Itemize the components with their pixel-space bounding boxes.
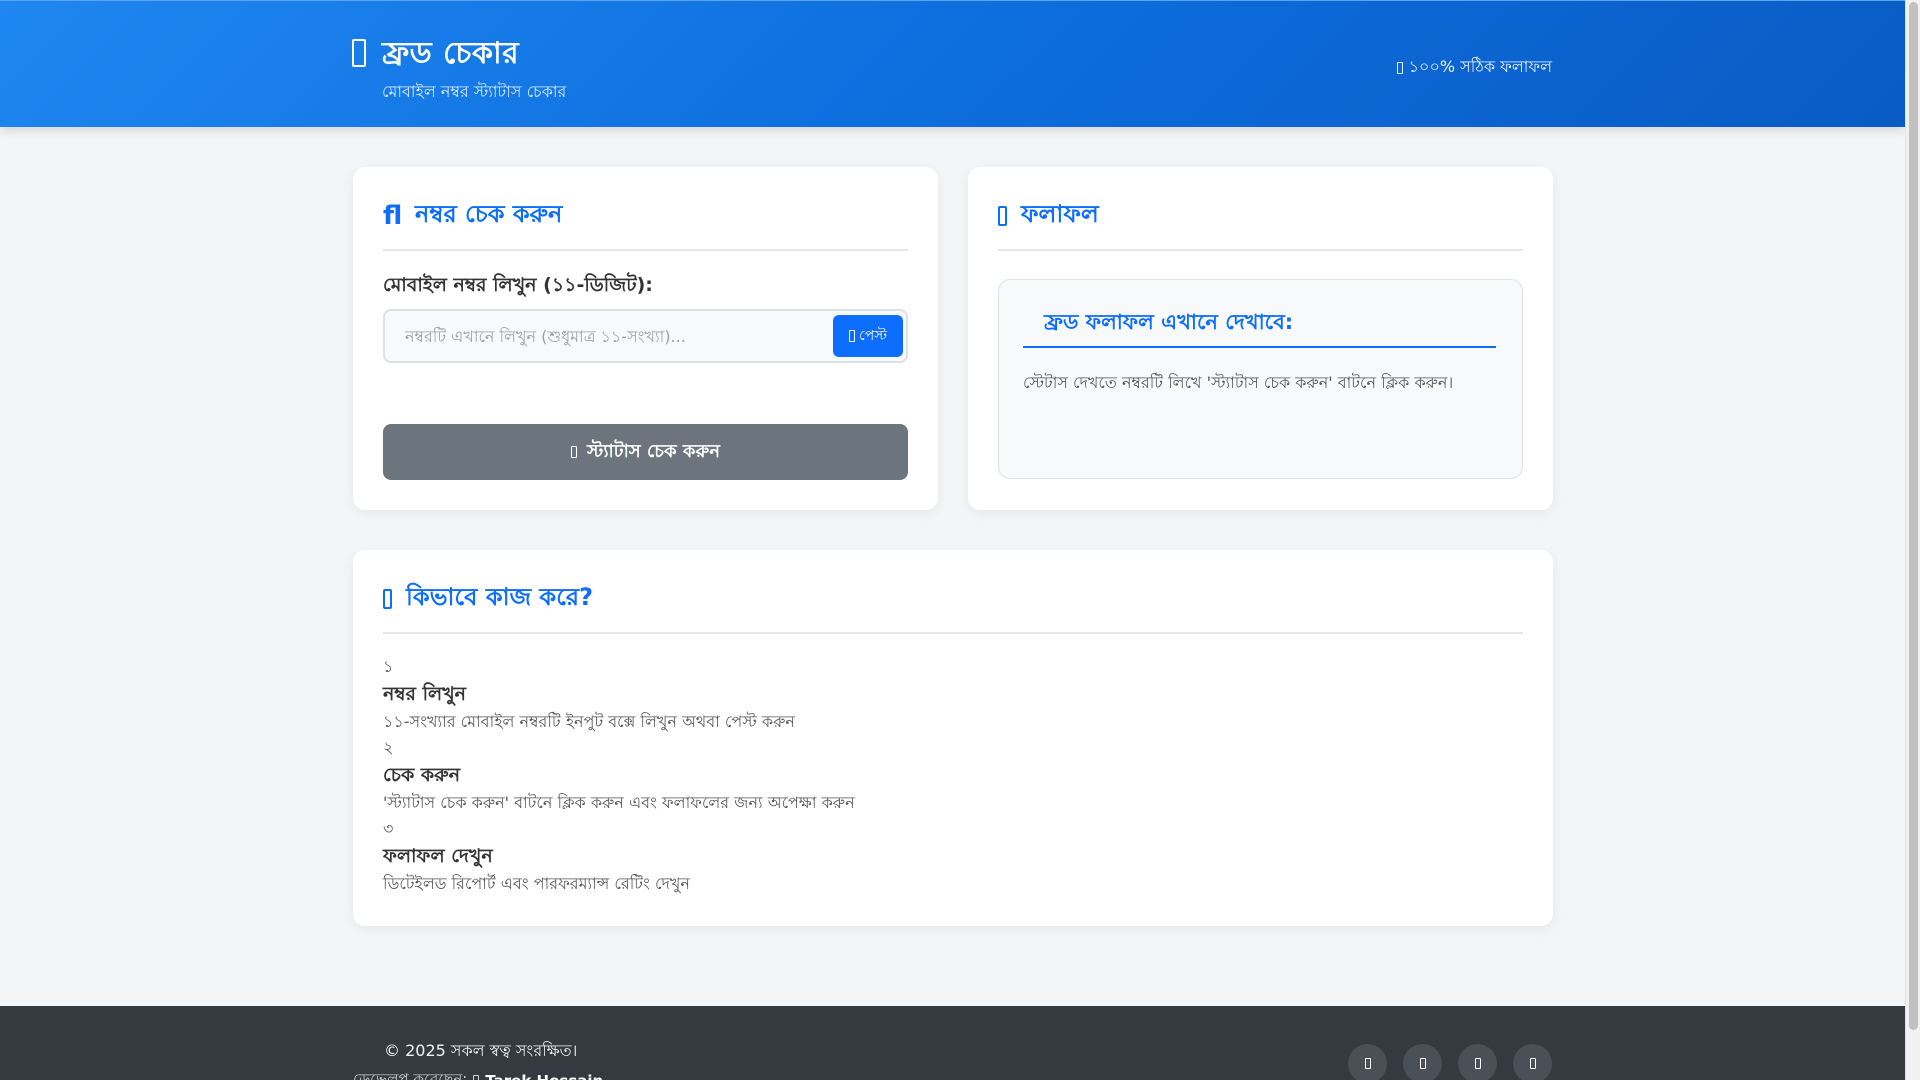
check-card-title-text: নম্বর চেক করুন: [415, 200, 563, 228]
whatsapp-link[interactable]: [1458, 1044, 1497, 1080]
step-item: ২ চেক করুন 'স্ট্যাটাস চেক করুন' বাটনে ক্…: [383, 735, 855, 816]
step-item: ১ নম্বর লিখুন ১১-সংখ্যার মোবাইল নম্বরটি …: [383, 654, 855, 735]
copyright-text: © 2025 সকল স্বত্ব সংরক্ষিত।: [384, 1041, 578, 1060]
check-card-title: fl নম্বর চেক করুন: [383, 197, 908, 251]
code-icon: [473, 1074, 480, 1080]
step-title: নম্বর লিখুন: [383, 683, 467, 705]
facebook-link[interactable]: [1348, 1044, 1387, 1080]
telegram-link[interactable]: [1403, 1044, 1442, 1080]
check-status-button-label: স্ট্যাটাস চেক করুন: [587, 440, 720, 462]
step-title: চেক করুন: [383, 764, 461, 786]
paste-button-label: পেস্ট: [859, 328, 887, 344]
github-icon: [1529, 1058, 1536, 1069]
github-link[interactable]: [1513, 1044, 1552, 1080]
mobile-number-input-group: পেস্ট: [383, 309, 908, 363]
facebook-icon: [1364, 1058, 1371, 1069]
mobile-number-label: মোবাইল নম্বর লিখুন (১১-ডিজিট):: [383, 274, 653, 296]
search-icon: [571, 446, 577, 458]
result-card-title-text: ফলাফল: [1021, 200, 1099, 228]
step-number: ৩: [383, 819, 394, 838]
shield-icon: [352, 39, 366, 67]
social-links: [1348, 1044, 1552, 1080]
chart-icon: [998, 206, 1007, 226]
page: ফ্রড চেকার মোবাইল নম্বর স্ট্যাটাস চেকার …: [0, 0, 1905, 1080]
developer-name: Tarek Hossain: [485, 1072, 603, 1080]
result-card-title: ফলাফল: [998, 197, 1523, 251]
app-header: ফ্রড চেকার মোবাইল নম্বর স্ট্যাটাস চেকার …: [0, 0, 1905, 127]
result-heading: ফ্রড ফলাফল এখানে দেখাবে:: [1023, 306, 1496, 348]
check-status-button[interactable]: স্ট্যাটাস চেক করুন: [383, 424, 908, 480]
step-description: 'স্ট্যাটাস চেক করুন' বাটনে ক্লিক করুন এব…: [383, 793, 855, 812]
vertical-scrollbar[interactable]: [1905, 0, 1920, 1080]
step-description: ১১-সংখ্যার মোবাইল নম্বরটি ইনপুট বক্সে লি…: [383, 712, 795, 731]
developer-credit: ডেভেলপ করেছেন: Tarek Hossain: [353, 1068, 603, 1080]
whatsapp-icon: [1474, 1058, 1481, 1069]
result-card: ফলাফল ফ্রড ফলাফল এখানে দেখাবে: স্টেটাস দ…: [968, 167, 1553, 510]
steps-list: ১ নম্বর লিখুন ১১-সংখ্যার মোবাইল নম্বরটি …: [383, 654, 855, 897]
page-footer: © 2025 সকল স্বত্ব সংরক্ষিত। ডেভেলপ করেছে…: [0, 1006, 1905, 1080]
accuracy-tagline-text: ১০০% সঠিক ফলাফল: [1408, 57, 1552, 76]
check-circle-icon: [1396, 61, 1403, 74]
search-icon: fl: [383, 201, 403, 231]
result-placeholder-text: স্টেটাস দেখতে নম্বরটি লিখে 'স্ট্যাটাস চে…: [1023, 373, 1454, 392]
step-number: ২: [383, 738, 394, 757]
question-icon: [383, 589, 392, 609]
result-panel: ফ্রড ফলাফল এখানে দেখাবে: স্টেটাস দেখতে ন…: [998, 279, 1523, 479]
check-number-card: fl নম্বর চেক করুন মোবাইল নম্বর লিখুন (১১…: [353, 167, 938, 510]
step-title: ফলাফল দেখুন: [383, 845, 493, 867]
result-heading-text: ফ্রড ফলাফল এখানে দেখাবে:: [1044, 310, 1294, 334]
app-title: ফ্রড চেকার: [382, 36, 520, 71]
step-number: ১: [383, 657, 394, 676]
how-card-title-text: কিভাবে কাজ করে?: [406, 583, 593, 611]
developer-prefix: ডেভেলপ করেছেন:: [353, 1070, 468, 1080]
info-icon: [1023, 312, 1030, 328]
step-description: ডিটেইলড রিপোর্ট এবং পারফরম্যান্স রেটিং দ…: [383, 874, 690, 893]
scrollbar-thumb[interactable]: [1909, 2, 1918, 1030]
paste-button[interactable]: পেস্ট: [833, 315, 903, 357]
mobile-number-input[interactable]: [385, 311, 825, 361]
app-subtitle: মোবাইল নম্বর স্ট্যাটাস চেকার: [382, 82, 567, 101]
clipboard-icon: [849, 330, 856, 342]
how-it-works-card: কিভাবে কাজ করে? ১ নম্বর লিখুন ১১-সংখ্যার…: [353, 550, 1553, 926]
telegram-icon: [1419, 1058, 1426, 1069]
step-item: ৩ ফলাফল দেখুন ডিটেইলড রিপোর্ট এবং পারফরম…: [383, 816, 855, 897]
how-card-title: কিভাবে কাজ করে?: [383, 580, 1523, 634]
accuracy-tagline: ১০০% সঠিক ফলাফল: [1396, 54, 1552, 81]
